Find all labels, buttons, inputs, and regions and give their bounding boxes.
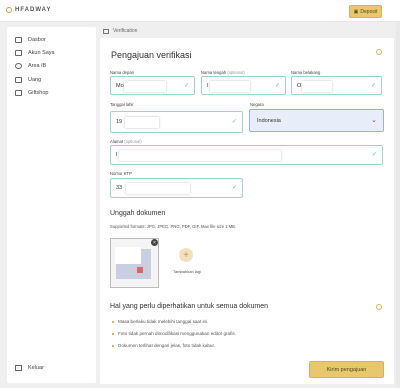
deposit-label: Deposit xyxy=(360,8,378,15)
last-name-label: Nama belakang xyxy=(291,70,321,75)
first-name-field[interactable]: Mo ✓ xyxy=(110,76,195,95)
ktp-value: 33 xyxy=(116,185,123,191)
check-icon: ✓ xyxy=(231,185,237,191)
uploaded-document-thumbnail[interactable] xyxy=(110,238,159,288)
sidebar-item-dashboard[interactable]: Dasbor xyxy=(15,37,46,43)
redaction-box xyxy=(125,117,159,128)
check-icon: ✓ xyxy=(370,83,376,89)
logout-button[interactable]: Keluar xyxy=(15,365,44,371)
last-name-value: O xyxy=(297,83,302,89)
address-value: I xyxy=(116,152,118,158)
info-icon[interactable]: ! xyxy=(376,304,382,310)
redaction-box xyxy=(124,81,166,92)
address-field[interactable]: I ✓ xyxy=(110,145,383,165)
bullet-icon xyxy=(112,332,114,335)
upload-title: Unggah dokumen xyxy=(110,210,166,217)
birth-date-value: 19 xyxy=(116,119,123,125)
country-label: Negara xyxy=(250,102,264,107)
check-icon: ✓ xyxy=(371,152,377,158)
sidebar-item-label: Area IB xyxy=(28,63,47,69)
logout-icon xyxy=(15,365,22,371)
page-title: Pengajuan verifikasi xyxy=(111,50,192,60)
logout-label: Keluar xyxy=(28,365,44,371)
birth-date-label: Tanggal lahir xyxy=(110,102,134,107)
sidebar-item-label: Giftshop xyxy=(28,90,49,96)
country-select[interactable]: Indonesia ⌄ xyxy=(249,109,384,132)
notes-title: Hal yang perlu diperhatikan untuk semua … xyxy=(110,303,268,310)
last-name-field[interactable]: O ✓ xyxy=(291,76,382,95)
breadcrumb: Verification xyxy=(103,28,137,34)
partner-icon xyxy=(15,63,22,69)
list-item: Masa berlaku tidak melebihi tanggal saat… xyxy=(112,319,208,324)
deposit-button[interactable]: ▣ Deposit xyxy=(349,5,382,18)
redaction-box xyxy=(302,81,332,92)
upload-formats: Supported formats: JPG, JPEG, PNG, PDF, … xyxy=(110,224,237,229)
logo-icon xyxy=(6,7,12,13)
first-name-label: Nama depan xyxy=(110,70,134,75)
redaction-box xyxy=(126,183,190,194)
check-icon: ✓ xyxy=(231,119,237,125)
breadcrumb-current: Verification xyxy=(113,28,138,34)
sidebar-item-giftshop[interactable]: Giftshop xyxy=(15,90,48,96)
top-bar: HFADWAY ▣ Deposit xyxy=(0,0,400,22)
home-icon[interactable] xyxy=(103,28,109,34)
optional-tag: (optional) xyxy=(227,70,245,75)
verification-card: Pengajuan verifikasi ! Nama depan Mo ✓ N… xyxy=(100,38,394,384)
deposit-icon: ▣ xyxy=(353,8,359,15)
note-text: Masa berlaku tidak melebihi tanggal saat… xyxy=(118,319,209,324)
check-icon: ✓ xyxy=(183,83,189,89)
country-value: Indonesia xyxy=(257,118,281,124)
sidebar: Dasbor Akun Saya Area IB Uang Giftshop xyxy=(7,27,96,383)
remove-document-icon[interactable]: × xyxy=(151,239,158,246)
submit-button[interactable]: Kirim pengajuan xyxy=(309,361,384,378)
redaction-box xyxy=(210,81,250,92)
info-icon[interactable]: ! xyxy=(376,49,382,55)
account-icon xyxy=(15,50,22,56)
sidebar-item-label: Akun Saya xyxy=(28,50,55,56)
bullet-icon xyxy=(112,320,114,323)
redaction-box xyxy=(119,150,281,161)
chevron-down-icon: ⌄ xyxy=(371,117,377,124)
note-text: Dokumen terlihat dengan jelas, foto tida… xyxy=(118,343,216,348)
first-name-value: Mo xyxy=(116,83,124,89)
document-preview-sheet xyxy=(115,247,141,264)
dashboard-icon xyxy=(15,37,22,43)
logo[interactable]: HFADWAY xyxy=(6,7,51,13)
sidebar-item-label: Dasbor xyxy=(28,37,46,43)
wallet-icon xyxy=(15,77,22,83)
document-preview-mark xyxy=(137,267,143,273)
list-item: Dokumen terlihat dengan jelas, foto tida… xyxy=(112,343,215,348)
sidebar-item-account[interactable]: Akun Saya xyxy=(15,50,55,56)
birth-date-field[interactable]: 19 ✓ xyxy=(110,111,243,133)
bullet-icon xyxy=(112,344,114,347)
middle-name-label: Nama tengah (optional) xyxy=(201,70,245,75)
note-text: Foto tidak pernah dimodifikasi menggunak… xyxy=(118,331,236,336)
check-icon: ✓ xyxy=(274,83,280,89)
middle-name-label-text: Nama tengah xyxy=(201,70,227,75)
list-item: Foto tidak pernah dimodifikasi menggunak… xyxy=(112,331,236,336)
sidebar-item-ib-area[interactable]: Area IB xyxy=(15,63,46,69)
optional-tag: (optional) xyxy=(124,139,142,144)
logo-text: HFADWAY xyxy=(15,7,52,13)
add-document-label: Tambahkan lagi xyxy=(173,269,202,274)
page-scrollbar[interactable] xyxy=(396,22,400,388)
middle-name-value: I xyxy=(207,83,209,89)
ktp-field[interactable]: 33 ✓ xyxy=(110,178,243,198)
middle-name-field[interactable]: I ✓ xyxy=(201,76,286,95)
gift-icon xyxy=(15,90,22,96)
sidebar-item-label: Uang xyxy=(28,77,42,83)
address-label-text: Alamat xyxy=(110,139,124,144)
sidebar-item-money[interactable]: Uang xyxy=(15,77,41,83)
ktp-label: Nomor KTP xyxy=(110,171,132,176)
add-document-button[interactable]: + xyxy=(179,248,193,262)
address-label: Alamat (optional) xyxy=(110,139,142,144)
